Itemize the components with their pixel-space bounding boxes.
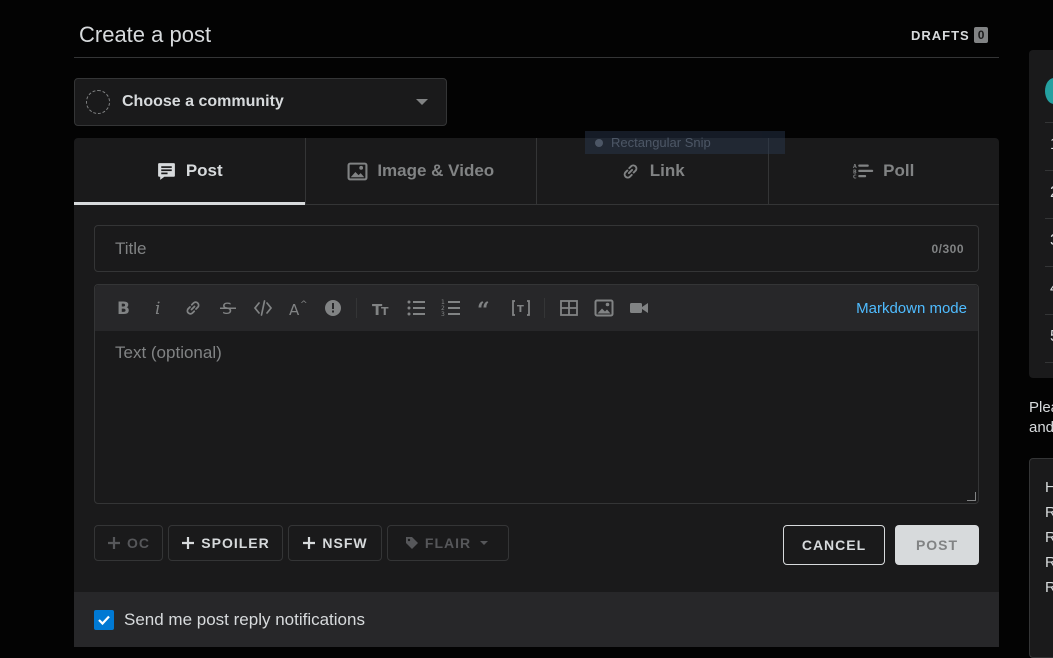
svg-text:T: T	[381, 305, 389, 318]
table-icon[interactable]	[551, 292, 586, 324]
checkmark-icon	[98, 615, 110, 625]
link-icon	[623, 164, 638, 178]
resize-handle-icon[interactable]	[967, 492, 976, 501]
sidebar-divider	[1045, 122, 1053, 123]
cancel-button[interactable]: CANCEL	[783, 525, 885, 565]
link-icon[interactable]	[175, 292, 210, 324]
sidebar-note-line: and	[1029, 419, 1053, 436]
svg-text:A: A	[853, 164, 857, 170]
oc-tag-button[interactable]: OC	[94, 525, 163, 561]
superscript-icon[interactable]: A ^	[280, 292, 315, 324]
svg-text:B: B	[853, 169, 857, 175]
bulleted-list-icon[interactable]	[398, 292, 433, 324]
quote-icon[interactable]: “	[468, 292, 503, 324]
svg-text:^: ^	[300, 300, 308, 310]
text-editor: B i S A ^ TT 123 “ T Markdown mode	[94, 284, 979, 504]
community-select-label: Choose a community	[122, 93, 284, 110]
editor-toolbar: B i S A ^ TT 123 “ T Markdown mode	[95, 285, 978, 331]
snip-tooltip-text: Rectangular Snip	[611, 135, 711, 150]
svg-text:i: i	[155, 299, 160, 318]
sidebar-card: 1 2 3 4 5	[1029, 50, 1053, 378]
title-input[interactable]	[95, 237, 932, 260]
post-button[interactable]: POST	[895, 525, 979, 565]
tab-poll[interactable]: ABC Poll	[769, 138, 1000, 204]
sidebar-divider	[1045, 266, 1053, 267]
tab-post-label: Post	[185, 161, 223, 180]
toolbar-divider	[356, 298, 357, 318]
sidebar-divider	[1045, 362, 1053, 363]
rule-item: R	[1045, 554, 1053, 571]
tab-post[interactable]: Post	[74, 138, 306, 205]
rule-item: H	[1045, 479, 1053, 496]
tab-image-video-label: Image & Video	[377, 161, 495, 180]
map-pin-icon	[1045, 78, 1053, 104]
bold-icon[interactable]: B	[105, 292, 140, 324]
header-divider	[74, 57, 999, 58]
italic-icon[interactable]: i	[140, 292, 175, 324]
page-title: Create a post	[79, 22, 212, 47]
rule-item: R	[1045, 579, 1053, 596]
notifications-label: Send me post reply notifications	[124, 609, 365, 629]
image-icon	[347, 162, 368, 180]
sidebar-note-line: Plea	[1029, 399, 1053, 416]
oc-tag-label: OC	[127, 535, 150, 551]
nsfw-tag-label: NSFW	[322, 535, 368, 551]
strikethrough-icon[interactable]: S	[210, 292, 245, 324]
svg-text:T: T	[517, 304, 524, 315]
chevron-down-icon	[416, 99, 428, 105]
heading-icon[interactable]: TT	[363, 292, 398, 324]
toolbar-divider	[544, 298, 545, 318]
svg-text:B: B	[117, 299, 130, 318]
drafts-button[interactable]: DRAFTS 0	[911, 27, 989, 43]
plus-icon	[303, 537, 316, 549]
title-field: 0/300	[94, 225, 979, 272]
title-char-counter: 0/300	[931, 241, 964, 256]
spoiler-tag-button[interactable]: SPOILER	[168, 525, 283, 561]
spoiler-tag-label: SPOILER	[201, 535, 270, 551]
snip-dot-icon	[595, 138, 603, 147]
spoiler-icon[interactable]	[315, 292, 350, 324]
poll-icon: ABC	[853, 164, 874, 180]
notification-option: Send me post reply notifications	[74, 592, 999, 647]
chevron-down-icon	[480, 541, 489, 545]
post-composer-card: Post Image & Video Link ABC Poll 0/300 B…	[74, 138, 999, 647]
sidebar-divider	[1045, 170, 1053, 171]
tab-image-video[interactable]: Image & Video	[306, 138, 537, 204]
svg-text:C: C	[853, 174, 857, 180]
post-icon	[157, 162, 175, 180]
flair-label: FLAIR	[424, 535, 472, 551]
svg-text:“: “	[477, 298, 490, 318]
markdown-mode-toggle[interactable]: Markdown mode	[856, 300, 967, 317]
video-icon[interactable]	[621, 292, 656, 324]
community-select[interactable]: Choose a community	[74, 78, 447, 126]
community-placeholder-icon	[86, 90, 110, 114]
sidebar-divider	[1045, 218, 1053, 219]
plus-icon	[108, 537, 120, 549]
body-text-input[interactable]	[95, 331, 978, 503]
snip-tooltip: Rectangular Snip	[585, 131, 785, 154]
rule-item: R	[1045, 529, 1053, 546]
sidebar-note: Plea and	[1029, 398, 1053, 438]
drafts-label: DRAFTS	[911, 27, 970, 43]
code-block-icon[interactable]: T	[503, 292, 538, 324]
numbered-list-icon[interactable]: 123	[433, 292, 468, 324]
post-type-tabs: Post Image & Video Link ABC Poll	[74, 138, 999, 205]
tab-link-label: Link	[649, 161, 685, 180]
drafts-count-badge: 0	[973, 27, 989, 43]
tag-icon	[405, 537, 418, 549]
flair-button[interactable]: FLAIR	[387, 525, 509, 561]
notifications-checkbox[interactable]	[94, 609, 114, 630]
svg-text:A: A	[289, 301, 300, 318]
sidebar-divider	[1045, 314, 1053, 315]
rule-item: R	[1045, 504, 1053, 521]
inline-code-icon[interactable]	[245, 292, 280, 324]
plus-icon	[182, 537, 195, 549]
svg-text:3: 3	[441, 311, 445, 318]
nsfw-tag-button[interactable]: NSFW	[288, 525, 382, 561]
image-icon[interactable]	[586, 292, 621, 324]
sidebar-rules-card: H R R R R	[1029, 458, 1053, 658]
tab-poll-label: Poll	[883, 161, 915, 180]
